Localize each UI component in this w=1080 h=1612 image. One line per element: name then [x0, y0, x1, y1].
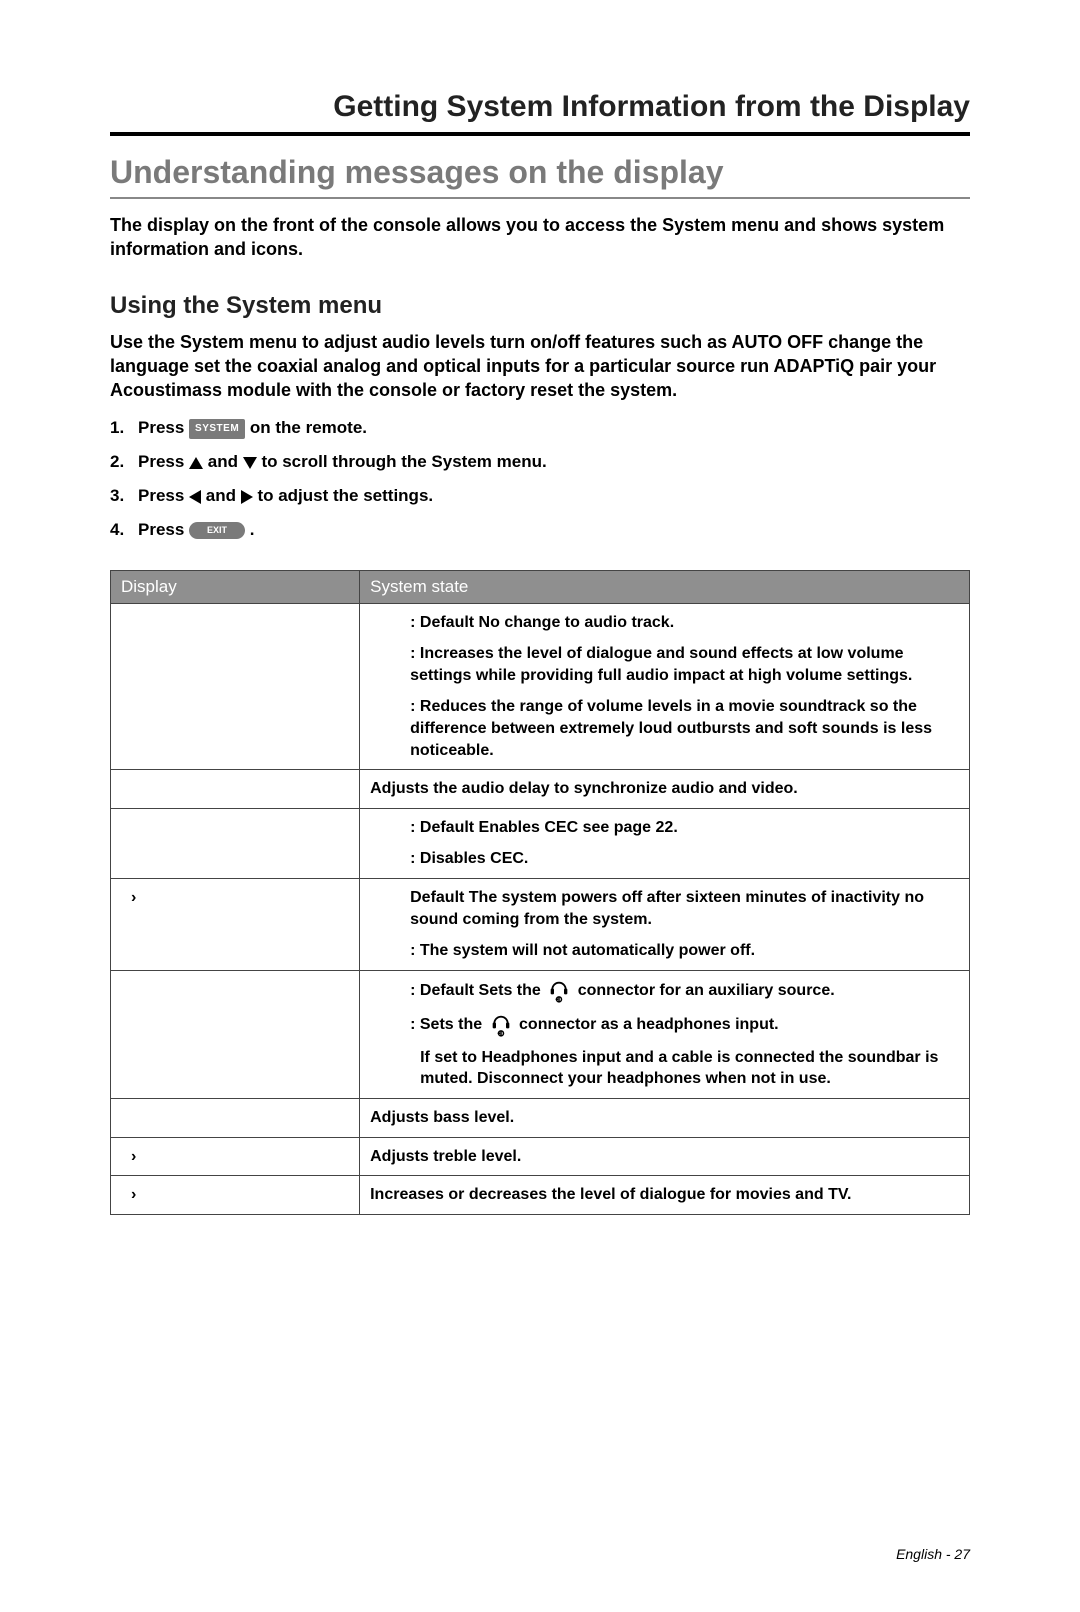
- table-cell-state: Adjusts treble level.: [360, 1137, 970, 1176]
- step-text: and: [201, 486, 241, 505]
- table-cell-display: ›: [111, 1137, 360, 1176]
- state-block: : Default No change to audio track.: [370, 612, 959, 634]
- table-cell-display: ›: [111, 1176, 360, 1215]
- table-row: Adjusts the audio delay to synchronize a…: [111, 770, 970, 809]
- table-row: : Default No change to audio track. : Inc…: [111, 603, 970, 770]
- section-title: Understanding messages on the display: [110, 154, 970, 199]
- table-row: : Default Enables CEC see page 22. : Disa…: [111, 808, 970, 878]
- display-table: Display System state : Default No change…: [110, 570, 970, 1215]
- table-cell-display: [111, 970, 360, 1098]
- table-cell-state: : Default No change to audio track. : Inc…: [360, 603, 970, 770]
- state-block: : Reduces the range of volume levels in …: [370, 696, 959, 761]
- table-cell-state: Adjusts bass level.: [360, 1098, 970, 1137]
- table-row: Adjusts bass level.: [111, 1098, 970, 1137]
- table-row: › Adjusts treble level.: [111, 1137, 970, 1176]
- subintro-text: Use the System menu to adjust audio leve…: [110, 330, 970, 403]
- subsection-title: Using the System menu: [110, 292, 970, 320]
- table-cell-display: [111, 1098, 360, 1137]
- table-row: : Default Sets the connector for an auxi…: [111, 970, 970, 1098]
- step-text: to adjust the settings.: [253, 486, 433, 505]
- table-cell-state: : Default Sets the connector for an auxi…: [360, 970, 970, 1098]
- step-4: Press EXIT .: [110, 518, 970, 542]
- table-cell-display: [111, 603, 360, 770]
- step-text: Press: [138, 486, 189, 505]
- chapter-title: Getting System Information from the Disp…: [110, 90, 970, 136]
- step-text: Press: [138, 520, 189, 539]
- state-block: : Increases the level of dialogue and so…: [370, 643, 959, 686]
- steps-list: Press SYSTEM on the remote. Press and to…: [110, 416, 970, 541]
- intro-text: The display on the front of the console …: [110, 213, 970, 262]
- table-row: ›Default The system powers off after six…: [111, 879, 970, 971]
- state-block: : Default Enables CEC see page 22.: [370, 817, 959, 839]
- table-header-display: Display: [111, 570, 360, 603]
- table-cell-state: Increases or decreases the level of dial…: [360, 1176, 970, 1215]
- table-header-state: System state: [360, 570, 970, 603]
- arrow-down-icon: [243, 457, 257, 469]
- arrow-up-icon: [189, 457, 203, 469]
- table-cell-display: ›: [111, 879, 360, 971]
- table-cell-state: Adjusts the audio delay to synchronize a…: [360, 770, 970, 809]
- table-cell-display: [111, 770, 360, 809]
- state-block: If set to Headphones input and a cable i…: [370, 1047, 959, 1090]
- arrow-right-icon: [241, 490, 253, 504]
- step-text: and: [203, 452, 243, 471]
- step-text: to scroll through the System menu.: [257, 452, 547, 471]
- table-cell-state: Default The system powers off after sixt…: [360, 879, 970, 971]
- step-text: Press: [138, 418, 189, 437]
- step-text: .: [245, 520, 254, 539]
- headphone-aux-icon: [549, 979, 569, 1003]
- table-row: › Increases or decreases the level of dia…: [111, 1176, 970, 1215]
- state-block: : Disables CEC.: [370, 848, 959, 870]
- state-block: Adjusts treble level.: [370, 1146, 959, 1168]
- step-2: Press and to scroll through the System m…: [110, 450, 970, 474]
- exit-button-icon: EXIT: [189, 522, 245, 539]
- state-block: Adjusts bass level.: [370, 1107, 959, 1129]
- arrow-left-icon: [189, 490, 201, 504]
- step-text: on the remote.: [245, 418, 367, 437]
- headphone-aux-icon: [491, 1013, 511, 1037]
- state-block: : The system will not automatically powe…: [370, 940, 959, 962]
- step-3: Press and to adjust the settings.: [110, 484, 970, 508]
- state-block: Default The system powers off after sixt…: [370, 887, 959, 930]
- state-block: : Sets the connector as a headphones inp…: [370, 1013, 959, 1037]
- system-button-icon: SYSTEM: [189, 419, 245, 439]
- state-block: Adjusts the audio delay to synchronize a…: [370, 778, 959, 800]
- state-block: : Default Sets the connector for an auxi…: [370, 979, 959, 1003]
- step-text: Press: [138, 452, 189, 471]
- state-block: Increases or decreases the level of dial…: [370, 1184, 959, 1206]
- table-cell-state: : Default Enables CEC see page 22. : Disa…: [360, 808, 970, 878]
- page-footer: English - 27: [896, 1546, 970, 1562]
- step-1: Press SYSTEM on the remote.: [110, 416, 970, 440]
- table-cell-display: [111, 808, 360, 878]
